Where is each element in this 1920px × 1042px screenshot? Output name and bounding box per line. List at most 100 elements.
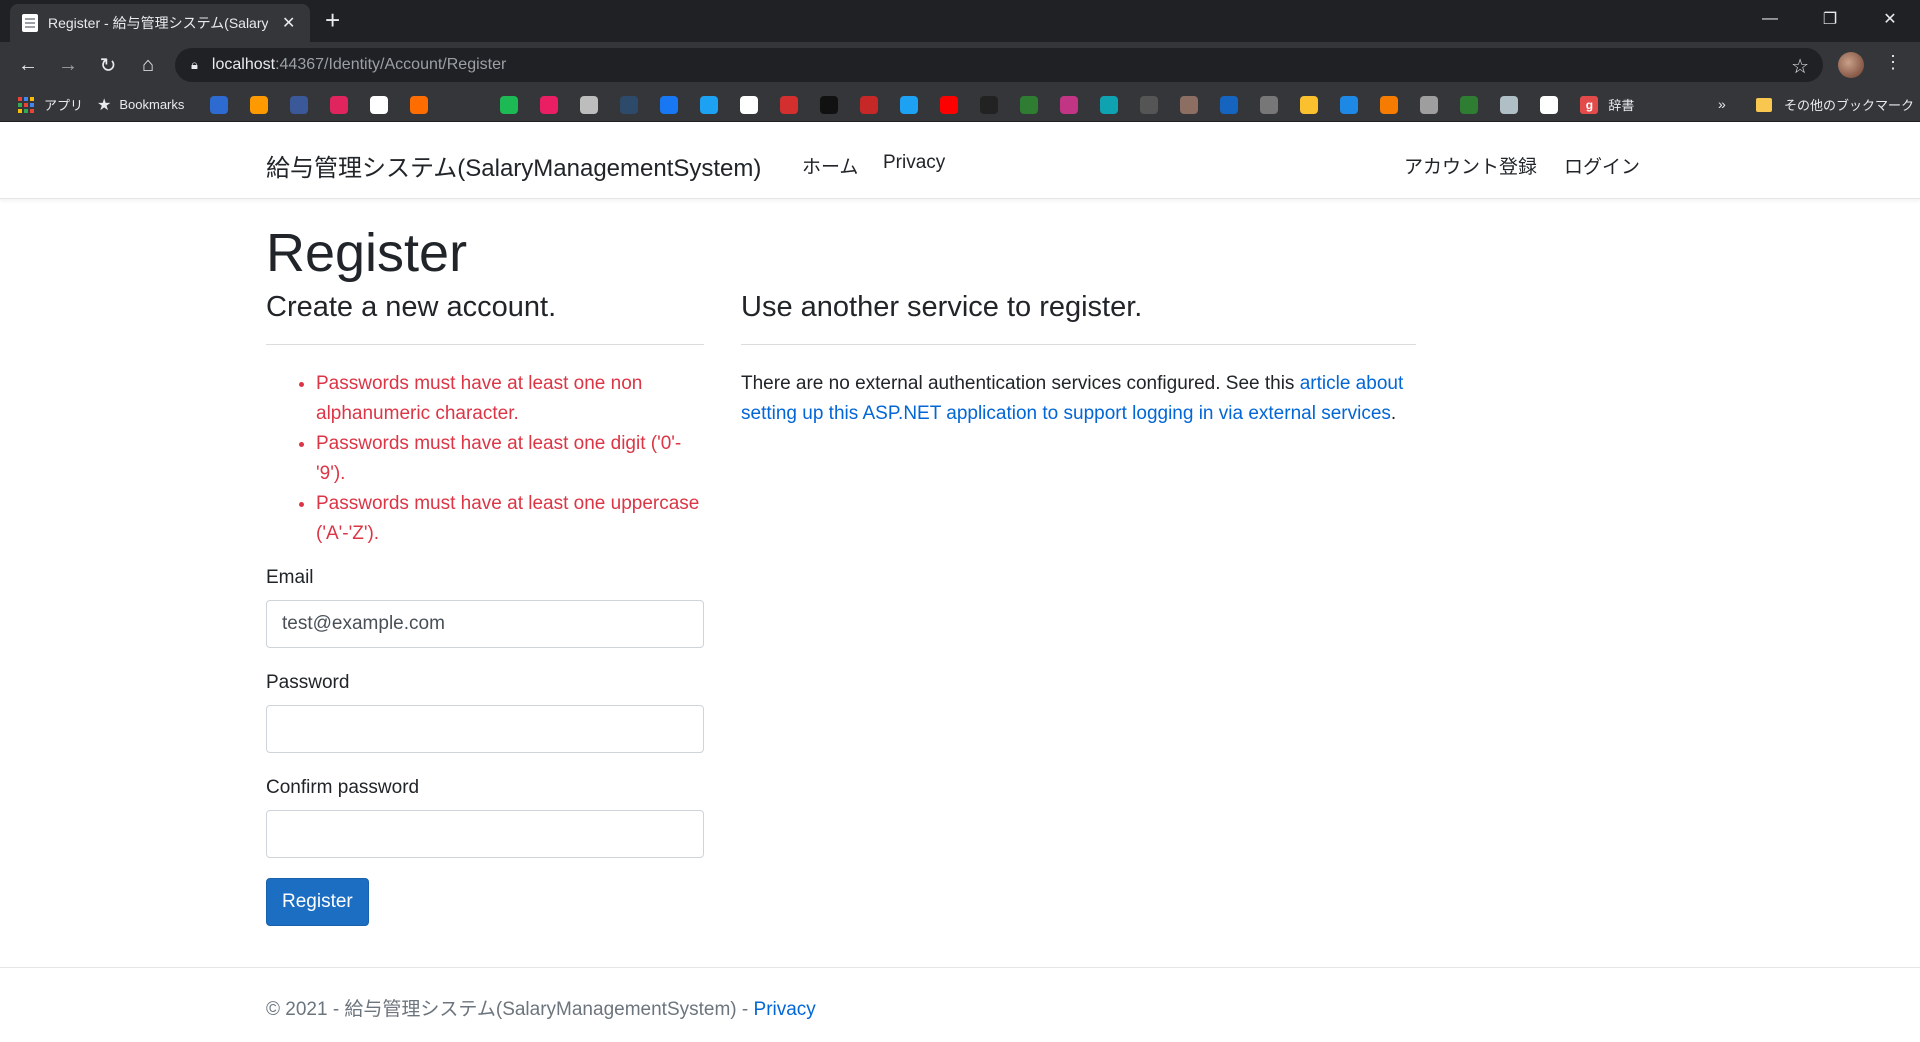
validation-error: Passwords must have at least one digit (…: [316, 429, 704, 489]
validation-summary: Passwords must have at least one non alp…: [266, 369, 704, 549]
star-icon: ★: [97, 96, 112, 114]
site-navbar: 給与管理システム(SalaryManagementSystem) ホーム Pri…: [0, 122, 1920, 199]
home-icon[interactable]: ⌂: [134, 51, 162, 79]
nav-login-link[interactable]: ログイン: [1564, 152, 1640, 179]
bookmark-dictionary-label: 辞書: [1608, 98, 1635, 113]
footer-text: © 2021 - 給与管理システム(SalaryManagementSystem…: [266, 994, 816, 1021]
bookmark-favicon-icon[interactable]: [500, 95, 519, 114]
dictionary-icon: g: [1580, 95, 1599, 114]
bookmark-favicons: [210, 95, 1580, 114]
forward-arrow-icon[interactable]: →: [54, 51, 82, 79]
bookmark-favicon-icon[interactable]: [1500, 95, 1519, 114]
browser-menu-icon[interactable]: ⋮: [1884, 52, 1902, 73]
window-controls: — ❐ ✕: [1740, 0, 1920, 38]
bookmark-apps-label: アプリ: [44, 98, 84, 113]
address-bar[interactable]: 🔒︎ localhost:44367/Identity/Account/Regi…: [175, 48, 1823, 82]
site-footer: © 2021 - 給与管理システム(SalaryManagementSystem…: [0, 967, 1920, 1042]
browser-tabstrip: Register - 給与管理システム(SalaryManagementSyst…: [0, 0, 1920, 42]
validation-error: Passwords must have at least one upperca…: [316, 489, 704, 549]
bookmark-bookmarks[interactable]: ★ Bookmarks: [97, 95, 184, 115]
nav-privacy-link[interactable]: Privacy: [883, 152, 945, 174]
confirm-password-label: Confirm password: [266, 777, 420, 798]
bookmark-favicon-icon[interactable]: [660, 95, 679, 114]
bookmark-favicon-icon[interactable]: [1140, 95, 1159, 114]
bookmarks-bar: アプリ ★ Bookmarks g 辞書 » その他のブックマーク: [0, 88, 1920, 122]
url-path: :44367/Identity/Account/Register: [275, 56, 507, 73]
external-login-column: Use another service to register. There a…: [741, 289, 1416, 429]
bookmark-bookmarks-label: Bookmarks: [119, 97, 185, 112]
bookmark-favicon-icon[interactable]: [1540, 95, 1559, 114]
bookmark-favicon-icon[interactable]: [250, 95, 269, 114]
url-host: localhost: [211, 56, 276, 73]
page-title: Register: [266, 223, 468, 283]
bookmark-star-icon[interactable]: ☆: [1791, 54, 1809, 79]
site-brand[interactable]: 給与管理システム(SalaryManagementSystem): [266, 148, 761, 183]
back-arrow-icon[interactable]: ←: [14, 51, 42, 79]
external-services-text: There are no external authentication ser…: [741, 369, 1416, 429]
bookmark-favicon-icon[interactable]: [700, 95, 719, 114]
bookmark-other-folder-label: その他のブックマーク: [1784, 98, 1915, 113]
bookmark-favicon-icon[interactable]: [1220, 95, 1239, 114]
reload-icon[interactable]: ↻: [94, 51, 122, 79]
bookmark-favicon-icon[interactable]: [1100, 95, 1119, 114]
bookmark-favicon-icon[interactable]: [1420, 95, 1439, 114]
bookmark-favicon-icon[interactable]: [1260, 95, 1279, 114]
external-services-heading: Use another service to register.: [741, 291, 1143, 323]
password-field[interactable]: [266, 705, 704, 753]
bookmark-favicon-icon[interactable]: [740, 95, 759, 114]
bookmark-favicon-icon[interactable]: [580, 95, 599, 114]
bookmark-favicon-icon[interactable]: [820, 95, 839, 114]
divider: [266, 344, 704, 345]
bookmark-favicon-icon[interactable]: [410, 95, 429, 114]
browser-tab-register[interactable]: Register - 給与管理システム(SalaryManagementSyst…: [10, 4, 310, 42]
bookmark-favicon-icon[interactable]: [1180, 95, 1199, 114]
bookmark-apps[interactable]: アプリ: [18, 95, 83, 114]
profile-avatar[interactable]: [1838, 52, 1864, 78]
restore-button[interactable]: ❐: [1800, 0, 1860, 38]
email-field[interactable]: [266, 600, 704, 648]
bookmark-favicon-icon[interactable]: [290, 95, 309, 114]
bookmark-favicon-icon[interactable]: [330, 95, 349, 114]
bookmark-favicon-icon[interactable]: [370, 95, 389, 114]
register-button[interactable]: Register: [266, 878, 369, 926]
close-window-button[interactable]: ✕: [1860, 0, 1920, 38]
password-label: Password: [266, 672, 350, 693]
create-account-heading: Create a new account.: [266, 291, 557, 323]
bookmark-favicon-icon[interactable]: [210, 95, 229, 114]
bookmarks-overflow-button[interactable]: »: [1718, 96, 1726, 112]
bookmark-favicon-icon[interactable]: [1020, 95, 1039, 114]
external-services-period: .: [1390, 403, 1397, 424]
lock-icon[interactable]: 🔒︎: [191, 57, 198, 73]
new-tab-button[interactable]: +: [325, 6, 340, 34]
page-icon: [22, 14, 38, 32]
bookmark-favicon-icon[interactable]: [940, 95, 959, 114]
apps-grid-icon: [18, 96, 34, 113]
bookmark-favicon-icon[interactable]: [1340, 95, 1359, 114]
bookmark-favicon-icon[interactable]: [540, 95, 559, 114]
bookmark-favicon-icon[interactable]: [1380, 95, 1399, 114]
divider: [741, 344, 1416, 345]
tab-close-icon[interactable]: ✕: [282, 13, 295, 33]
tab-title: Register - 給与管理システム(SalaryManagementSyst…: [48, 15, 268, 31]
bookmark-favicon-icon[interactable]: [980, 95, 999, 114]
bookmark-favicon-icon[interactable]: [1300, 95, 1319, 114]
footer-copyright: © 2021 - 給与管理システム(SalaryManagementSystem…: [266, 999, 754, 1020]
bookmark-favicon-icon[interactable]: [900, 95, 919, 114]
minimize-button[interactable]: —: [1740, 0, 1800, 38]
bookmark-favicon-icon[interactable]: [1060, 95, 1079, 114]
nav-register-link[interactable]: アカウント登録: [1404, 152, 1537, 179]
bookmark-dictionary[interactable]: g 辞書: [1580, 95, 1634, 114]
bookmark-other-folder[interactable]: その他のブックマーク: [1756, 95, 1914, 114]
nav-home-link[interactable]: ホーム: [802, 152, 858, 179]
register-form-column: Create a new account. Passwords must hav…: [266, 289, 704, 926]
email-label: Email: [266, 567, 314, 588]
browser-toolbar: ← → ↻ ⌂ 🔒︎ localhost:44367/Identity/Acco…: [0, 42, 1920, 88]
footer-privacy-link[interactable]: Privacy: [754, 999, 816, 1020]
folder-icon: [1756, 97, 1772, 112]
confirm-password-field[interactable]: [266, 810, 704, 858]
bookmark-favicon-icon[interactable]: [620, 95, 639, 114]
bookmark-favicon-icon[interactable]: [1460, 95, 1479, 114]
bookmark-favicon-icon[interactable]: [780, 95, 799, 114]
external-services-message: There are no external authentication ser…: [741, 373, 1300, 394]
bookmark-favicon-icon[interactable]: [860, 95, 879, 114]
